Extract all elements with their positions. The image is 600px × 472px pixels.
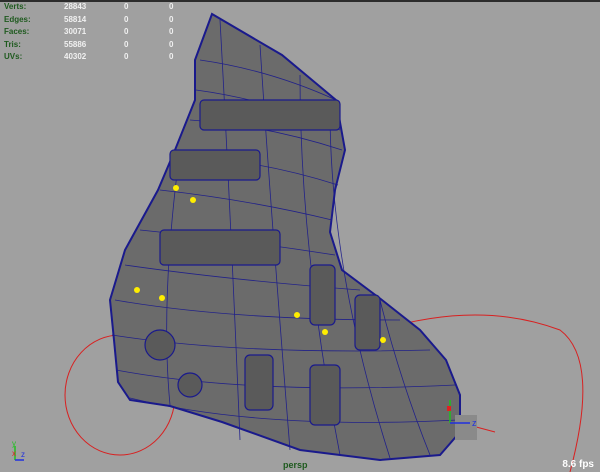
hud-value: 55886: [64, 39, 87, 49]
hud-row-faces: Faces: 30071 0 0: [4, 26, 199, 39]
buckle-5: [244, 354, 274, 411]
hud-component: 0: [169, 27, 174, 37]
scene[interactable]: z y x z: [0, 0, 600, 472]
hud-value: 58814: [64, 14, 87, 24]
hud-row-edges: Edges: 58814 0 0: [4, 14, 199, 27]
hud-row-tris: Tris: 55886 0 0: [4, 39, 199, 52]
hud-label: UVs:: [4, 52, 23, 62]
manip-z-label: z: [472, 418, 477, 428]
hud-component: 0: [169, 14, 174, 24]
bolt-1: [144, 329, 176, 361]
hud-value: 30071: [64, 27, 87, 37]
hud-selected: 0: [124, 14, 129, 24]
poly-count-hud: Verts: 28843 0 0 Edges: 58814 0 0 Faces: 30071 0…: [4, 1, 199, 64]
hud-row-uvs: UVs: 40302 0 0: [4, 51, 199, 64]
fps-readout: 8.6 fps: [562, 459, 594, 470]
hud-label: Edges:: [4, 14, 31, 24]
hud-label: Verts:: [4, 2, 27, 11]
hud-value: 28843: [64, 2, 87, 11]
hud-row-verts: Verts: 28843 0 0: [4, 1, 199, 14]
axis-x-label: x: [12, 449, 16, 458]
3d-viewport[interactable]: z y x z Verts: 28843 0 0 Edges: 58814 0 0 Face…: [0, 0, 600, 472]
hud-value: 40302: [64, 52, 87, 62]
hud-label: Faces:: [4, 27, 30, 37]
hud-selected: 0: [124, 27, 129, 37]
upper-strap: [199, 99, 341, 131]
buckle-3: [309, 264, 336, 326]
hud-label: Tris:: [4, 39, 21, 49]
hud-component: 0: [169, 39, 174, 49]
buckle-2: [159, 229, 281, 266]
hud-selected: 0: [124, 39, 129, 49]
view-axis-indicator: y x z: [12, 439, 25, 461]
axis-z-label: z: [21, 450, 25, 459]
ski-boot-mesh[interactable]: [108, 12, 477, 462]
hud-selected: 0: [124, 52, 129, 62]
camera-name-label: persp: [283, 460, 308, 470]
buckle-6: [309, 364, 341, 426]
hud-component: 0: [169, 2, 174, 11]
buckle-4: [354, 294, 381, 351]
hud-component: 0: [169, 52, 174, 62]
hud-selected: 0: [124, 2, 129, 11]
bolt-2: [177, 372, 203, 398]
axis-y-label: y: [12, 439, 16, 448]
buckle-1: [169, 149, 261, 181]
